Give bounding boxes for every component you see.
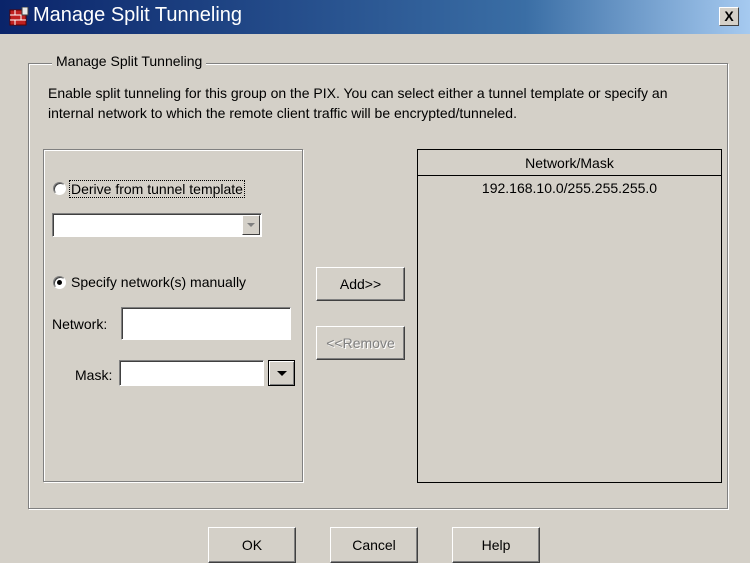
network-mask-list[interactable]: Network/Mask 192.168.10.0/255.255.255.0 xyxy=(417,149,722,483)
network-mask-header[interactable]: Network/Mask xyxy=(418,150,721,176)
remove-button[interactable]: <<Remove xyxy=(316,326,405,360)
chevron-down-icon xyxy=(277,371,287,376)
ok-button[interactable]: OK xyxy=(208,527,296,563)
derive-radio[interactable] xyxy=(53,182,66,195)
derive-label[interactable]: Derive from tunnel template xyxy=(69,180,245,198)
title-bar[interactable]: Manage Split Tunneling X xyxy=(0,0,750,34)
manual-label[interactable]: Specify network(s) manually xyxy=(71,274,246,290)
help-button[interactable]: Help xyxy=(452,527,540,563)
pix-firewall-icon xyxy=(9,7,29,26)
chevron-down-icon[interactable] xyxy=(242,215,260,235)
cancel-button[interactable]: Cancel xyxy=(330,527,418,563)
group-legend: Manage Split Tunneling xyxy=(52,53,207,69)
window-title: Manage Split Tunneling xyxy=(33,4,243,26)
list-item[interactable]: 192.168.10.0/255.255.255.0 xyxy=(418,177,721,199)
close-button[interactable]: X xyxy=(719,7,739,26)
mask-input[interactable] xyxy=(119,360,264,386)
add-button[interactable]: Add>> xyxy=(316,267,405,301)
manual-radio[interactable] xyxy=(53,276,66,289)
network-label: Network: xyxy=(52,316,108,332)
network-input[interactable] xyxy=(121,307,291,340)
description-text: Enable split tunneling for this group on… xyxy=(48,85,668,121)
tunnel-template-select[interactable] xyxy=(52,213,262,237)
close-icon: X xyxy=(724,8,734,24)
radio-selected-dot xyxy=(57,280,62,285)
mask-dropdown-button[interactable] xyxy=(268,360,295,386)
mask-label: Mask: xyxy=(75,367,113,383)
